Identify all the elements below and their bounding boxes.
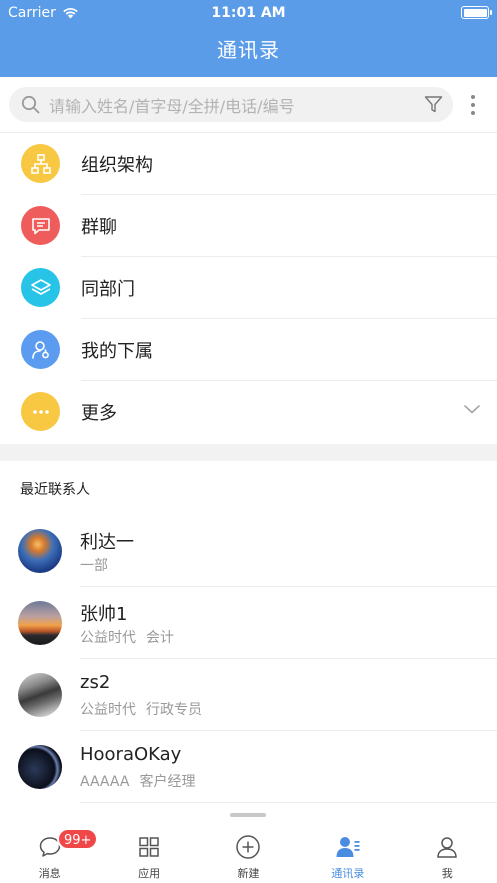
menu-item-group-chat[interactable]: 群聊 — [0, 195, 497, 257]
search-row: 请输入姓名/首字母/全拼/电话/编号 — [0, 77, 497, 133]
contact-row[interactable]: HooraOKay AAAAA 客户经理 — [0, 731, 497, 803]
tab-new[interactable]: 新建 — [199, 822, 298, 883]
avatar — [18, 601, 62, 645]
unread-badge: 99+ — [57, 828, 99, 850]
recent-contacts-title: 最近联系人 — [20, 482, 90, 498]
menu-item-label: 群聊 — [81, 217, 117, 238]
contact-info: AAAAA 客户经理 — [80, 774, 196, 790]
avatar — [18, 529, 62, 573]
tab-messages[interactable]: 99+ 消息 — [0, 822, 99, 883]
contact-info: 公益时代 行政专员 — [80, 702, 202, 718]
status-bar: Carrier 11:01 AM — [0, 0, 497, 26]
search-placeholder: 请输入姓名/首字母/全拼/电话/编号 — [49, 96, 295, 116]
contact-info: 一部 — [80, 558, 108, 574]
avatar — [18, 745, 62, 789]
battery-icon — [461, 6, 492, 19]
more-icon — [21, 392, 60, 431]
add-circle-icon — [235, 834, 261, 860]
avatar — [18, 673, 62, 717]
profile-icon — [434, 834, 460, 860]
filter-icon[interactable] — [424, 95, 443, 114]
menu-item-more[interactable]: 更多 — [0, 381, 497, 443]
search-icon — [21, 95, 40, 114]
layers-icon — [21, 268, 60, 307]
menu-item-label: 同部门 — [81, 279, 135, 300]
quick-menu: 组织架构 群聊 同部门 我的下属 更多 — [0, 133, 497, 443]
clock: 11:01 AM — [211, 5, 286, 21]
section-divider — [0, 444, 497, 461]
tab-label: 新建 — [237, 867, 260, 880]
menu-item-org[interactable]: 组织架构 — [0, 133, 497, 195]
contact-name: 利达一 — [80, 532, 134, 553]
subordinate-icon — [21, 330, 60, 369]
tab-bar: 99+ 消息 应用 新建 通讯录 我 — [0, 822, 497, 883]
menu-item-label: 我的下属 — [81, 341, 153, 362]
tab-apps[interactable]: 应用 — [99, 822, 198, 883]
contact-name: zs2 — [80, 672, 111, 693]
tab-label: 消息 — [38, 867, 61, 880]
tab-label: 通讯录 — [331, 867, 365, 880]
contact-name: HooraOKay — [80, 744, 182, 765]
apps-grid-icon — [136, 834, 162, 860]
contacts-icon — [335, 834, 361, 860]
menu-item-same-dept[interactable]: 同部门 — [0, 257, 497, 319]
contact-name: 张帅1 — [80, 604, 128, 625]
drag-handle[interactable] — [230, 813, 266, 817]
more-options-icon[interactable] — [466, 93, 480, 117]
tab-label: 我 — [441, 867, 453, 880]
chevron-down-icon[interactable] — [463, 403, 481, 415]
contact-info: 公益时代 会计 — [80, 630, 174, 646]
recent-contacts-list: 利达一 一部 张帅1 公益时代 会计 zs2 公益时代 行政专员 HooraOKay… — [0, 515, 497, 803]
menu-item-label: 更多 — [81, 403, 117, 424]
chat-group-icon — [21, 206, 60, 245]
tab-profile[interactable]: 我 — [398, 822, 497, 883]
search-input[interactable]: 请输入姓名/首字母/全拼/电话/编号 — [9, 87, 453, 122]
contact-row[interactable]: 张帅1 公益时代 会计 — [0, 587, 497, 659]
menu-item-subordinates[interactable]: 我的下属 — [0, 319, 497, 381]
org-chart-icon — [21, 144, 60, 183]
tab-contacts[interactable]: 通讯录 — [298, 822, 397, 883]
contact-row[interactable]: zs2 公益时代 行政专员 — [0, 659, 497, 731]
menu-item-label: 组织架构 — [81, 155, 153, 176]
page-title: 通讯录 — [0, 26, 497, 77]
contact-row[interactable]: 利达一 一部 — [0, 515, 497, 587]
tab-label: 应用 — [138, 867, 161, 880]
